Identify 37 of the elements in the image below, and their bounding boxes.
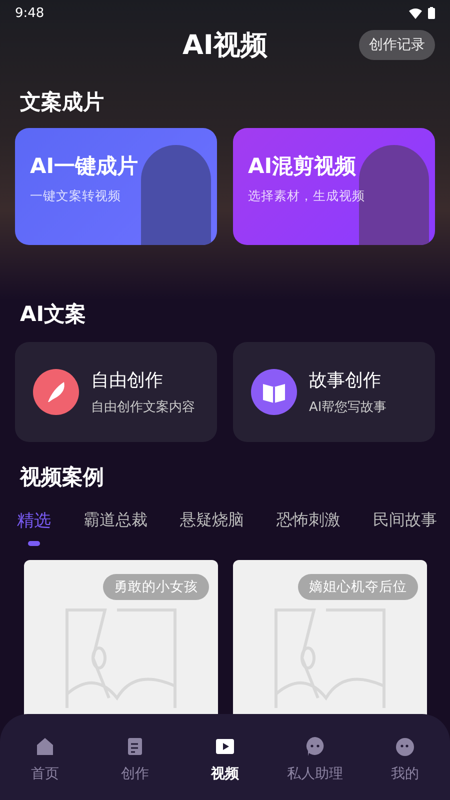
feather-icon: [33, 369, 79, 415]
nav-tab[interactable]: 创作: [95, 734, 175, 800]
home-icon: [34, 735, 56, 757]
card-subtitle: 自由创作文案内容: [91, 399, 195, 416]
section-title: 视频案例: [20, 464, 104, 491]
image-placeholder-icon: [65, 608, 177, 708]
nav-tab[interactable]: 私人助理: [275, 734, 355, 800]
card-title: 自由创作: [91, 369, 164, 392]
case-title-tag: 嫡姐心机夺后位: [298, 574, 418, 600]
image-placeholder-icon: [274, 608, 386, 708]
book-icon: [251, 369, 297, 415]
history-button[interactable]: 创作记录: [359, 30, 435, 60]
status-time: 9:48: [15, 6, 44, 20]
category-tab[interactable]: 民间故事: [373, 509, 437, 546]
nav-tab[interactable]: 我的: [365, 734, 445, 800]
battery-icon: [428, 7, 435, 19]
card-title: AI一键成片: [30, 153, 138, 180]
nav-tab[interactable]: 视频: [185, 734, 265, 800]
nav-tab[interactable]: 首页: [5, 734, 85, 800]
section-title: 文案成片: [20, 89, 104, 116]
feature-card[interactable]: AI一键成片 一键文案转视频: [15, 128, 217, 245]
page-title: AI视频: [182, 29, 268, 63]
section-title: AI文案: [20, 301, 86, 328]
card-title: 故事创作: [309, 369, 382, 392]
face-icon: [394, 735, 416, 757]
category-tab[interactable]: 精选: [17, 509, 51, 546]
card-subtitle: AI帮您写故事: [309, 399, 387, 416]
chat-icon: [304, 735, 326, 757]
card-subtitle: 一键文案转视频: [30, 188, 121, 205]
category-tab[interactable]: 恐怖刺激: [276, 509, 340, 546]
writing-card[interactable]: 自由创作 自由创作文案内容: [15, 342, 217, 442]
case-title-tag: 勇敢的小女孩: [103, 574, 209, 600]
category-tab[interactable]: 悬疑烧脑: [180, 509, 244, 546]
card-title: AI混剪视频: [248, 153, 356, 180]
category-tab[interactable]: 霸道总裁: [84, 509, 148, 546]
writing-card[interactable]: 故事创作 AI帮您写故事: [233, 342, 435, 442]
wifi-icon: [409, 8, 422, 18]
